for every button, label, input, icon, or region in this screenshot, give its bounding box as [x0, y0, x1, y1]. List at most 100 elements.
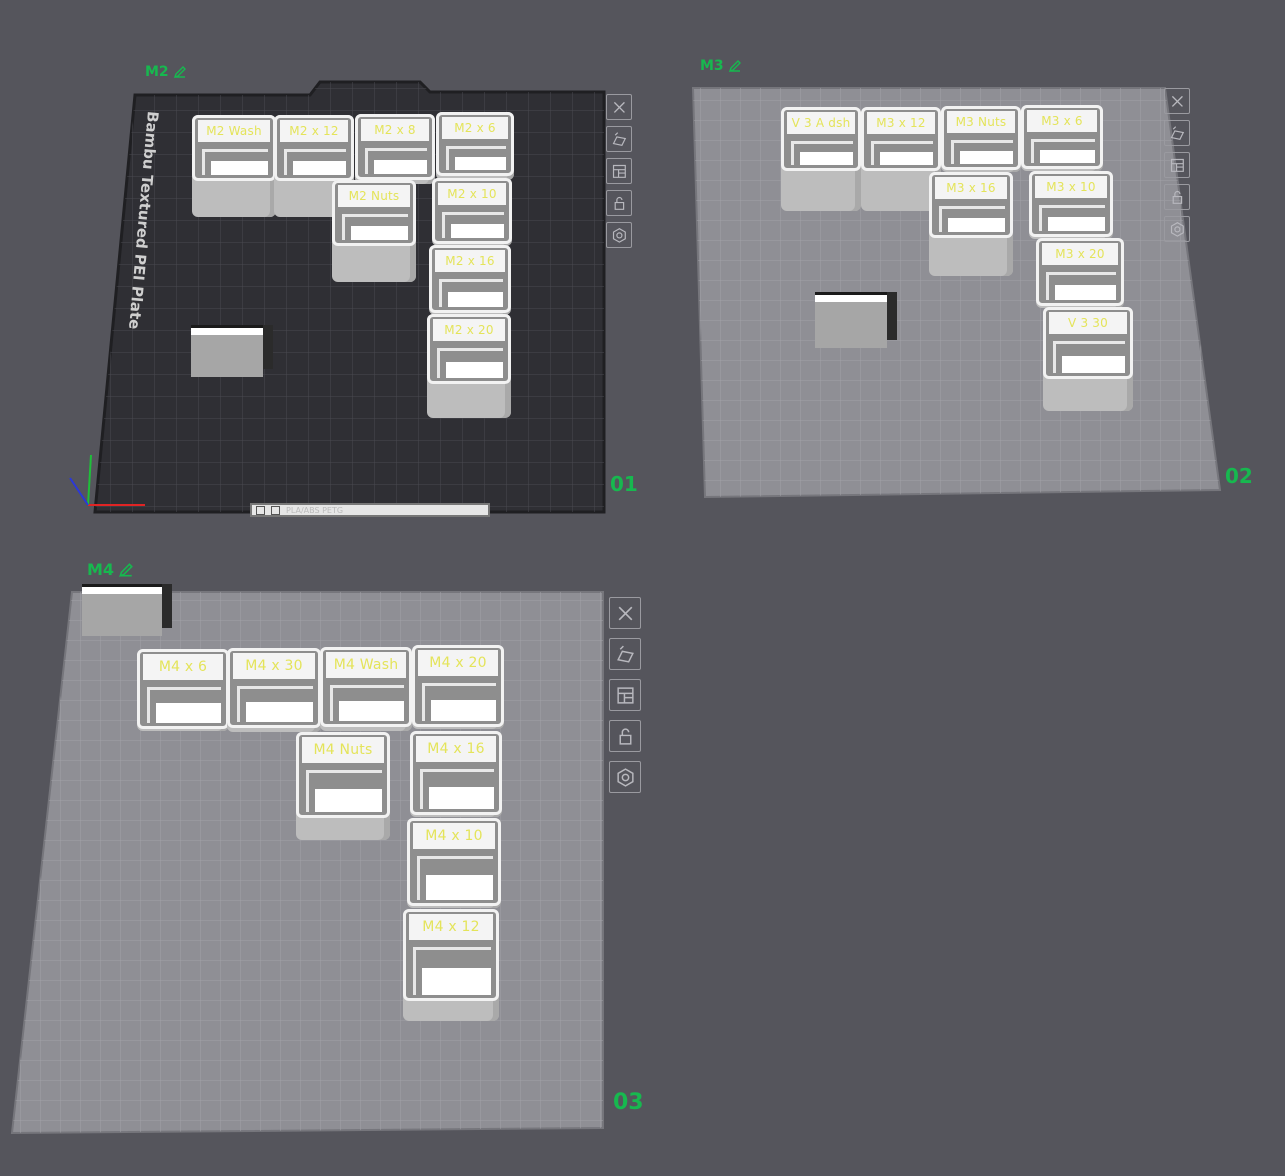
z-axis-line — [69, 477, 89, 506]
settings-icon — [1170, 221, 1184, 237]
bin-m3-x-16[interactable]: M3 x 16 — [929, 172, 1013, 276]
plate-2-name-text: M3 — [700, 58, 724, 74]
arrange-button[interactable] — [609, 679, 641, 711]
plate-2-name[interactable]: M3 — [700, 58, 742, 74]
purge-block[interactable] — [191, 325, 273, 377]
bin-m4-x-6[interactable]: M4 x 6 — [137, 649, 229, 731]
bin-m3-x-10[interactable]: M3 x 10 — [1029, 171, 1113, 239]
plate-1-name-text: M2 — [145, 64, 169, 80]
auto-orient-icon — [612, 131, 626, 146]
bin-label: M4 x 6 — [143, 654, 223, 680]
lock-icon — [614, 196, 624, 210]
pencil-icon[interactable] — [173, 65, 187, 79]
pencil-icon[interactable] — [118, 562, 134, 578]
pencil-icon[interactable] — [728, 59, 742, 73]
bin-m4-x-12[interactable]: M4 x 12 — [403, 909, 499, 1021]
bin-label: M4 x 10 — [413, 823, 495, 849]
auto-orient-button[interactable] — [609, 638, 641, 670]
bin-m2-x-20[interactable]: M2 x 20 — [427, 314, 511, 418]
bin-label: M3 x 16 — [935, 177, 1007, 199]
arrange-icon — [612, 164, 626, 178]
plate-3-name-text: M4 — [87, 560, 115, 579]
bin-m2-x-10[interactable]: M2 x 10 — [432, 178, 512, 246]
bin-m2-x-16[interactable]: M2 x 16 — [429, 245, 511, 315]
bin-label: M2 x 16 — [435, 250, 505, 272]
settings-icon — [616, 767, 634, 787]
lock-icon — [1172, 190, 1182, 204]
bin-m2-x-6[interactable]: M2 x 6 — [436, 112, 514, 180]
lock-plate-button[interactable] — [1164, 184, 1190, 210]
bin-m4-x-16[interactable]: M4 x 16 — [410, 731, 502, 817]
bin-label: V 3 30 — [1049, 312, 1127, 334]
bin-m4-wash[interactable]: M4 Wash — [320, 647, 412, 731]
lock-plate-button[interactable] — [609, 720, 641, 752]
bin-label: M4 Nuts — [302, 737, 384, 763]
y-axis-line — [87, 454, 92, 506]
plate-settings-button[interactable] — [1164, 216, 1190, 242]
bin-label: M2 x 20 — [433, 319, 505, 341]
bin-label: V 3 A dsh — [787, 112, 855, 134]
bin-label: M3 Nuts — [947, 111, 1015, 133]
plate-1-name[interactable]: M2 — [145, 64, 187, 80]
auto-orient-icon — [616, 645, 634, 663]
plate-3-name[interactable]: M4 — [87, 560, 134, 579]
bin-m2-nuts[interactable]: M2 Nuts — [332, 180, 416, 282]
bin-m4-nuts[interactable]: M4 Nuts — [296, 732, 390, 840]
arrange-button[interactable] — [606, 158, 632, 184]
plate-3-toolbar — [609, 597, 641, 793]
close-plate-button[interactable] — [606, 94, 632, 120]
bin-m2-wash[interactable]: M2 Wash — [192, 115, 276, 217]
bin-label: M3 x 20 — [1042, 243, 1118, 265]
bin-label: M2 x 6 — [442, 117, 508, 139]
close-icon — [618, 606, 632, 620]
purge-block[interactable] — [815, 292, 897, 348]
bin-label: M3 x 10 — [1035, 176, 1107, 198]
lock-plate-button[interactable] — [606, 190, 632, 216]
bin-m3-x-6[interactable]: M3 x 6 — [1021, 105, 1103, 171]
bin-label: M3 x 12 — [867, 112, 935, 134]
plate-2-toolbar — [1164, 88, 1190, 242]
bin-m2-x-8[interactable]: M2 x 8 — [355, 114, 435, 184]
arrange-icon — [616, 686, 634, 704]
bin-m4-x-10[interactable]: M4 x 10 — [407, 818, 501, 908]
settings-icon — [612, 227, 626, 243]
bin-label: M2 Nuts — [338, 185, 410, 207]
bin-m3-x-30[interactable]: V 3 30 — [1043, 307, 1133, 411]
plate-2-number: 02 — [1225, 464, 1253, 488]
arrange-icon — [1170, 158, 1184, 172]
bin-m4-x-20[interactable]: M4 x 20 — [412, 645, 504, 729]
grid-icon — [256, 505, 265, 515]
close-plate-button[interactable] — [1164, 88, 1190, 114]
bin-label: M2 x 8 — [361, 119, 429, 141]
bin-label: M4 x 30 — [233, 653, 315, 679]
plate-settings-button[interactable] — [606, 222, 632, 248]
close-icon — [1171, 95, 1183, 107]
close-plate-button[interactable] — [609, 597, 641, 629]
grid-icon — [271, 505, 280, 515]
bin-m3-x-20[interactable]: M3 x 20 — [1036, 238, 1124, 308]
bed-strip-text: PLA/ABS PETG — [286, 505, 344, 515]
bin-label: M2 x 10 — [438, 183, 506, 205]
plate-1-number: 01 — [610, 472, 638, 496]
plate-settings-button[interactable] — [609, 761, 641, 793]
bin-label: M2 Wash — [198, 120, 270, 142]
plate-1-toolbar — [606, 94, 632, 248]
bed-info-strip: PLA/ABS PETG — [250, 503, 490, 517]
bin-label: M4 x 16 — [416, 736, 496, 762]
plate-3-number: 03 — [613, 1090, 644, 1115]
bin-m3-nuts[interactable]: M3 Nuts — [941, 106, 1021, 172]
arrange-button[interactable] — [1164, 152, 1190, 178]
bin-label: M4 Wash — [326, 652, 406, 678]
bin-m3-wash[interactable]: V 3 A dsh — [781, 107, 861, 211]
bin-label: M4 x 12 — [409, 914, 493, 940]
auto-orient-icon — [1170, 125, 1184, 140]
close-icon — [613, 101, 625, 113]
bin-label: M4 x 20 — [418, 650, 498, 676]
bin-m4-x-30[interactable]: M4 x 30 — [227, 648, 321, 732]
purge-block[interactable] — [82, 584, 172, 636]
lock-icon — [619, 727, 631, 745]
bin-label: M3 x 6 — [1027, 110, 1097, 132]
auto-orient-button[interactable] — [1164, 120, 1190, 146]
auto-orient-button[interactable] — [606, 126, 632, 152]
bin-label: M2 x 12 — [280, 120, 348, 142]
